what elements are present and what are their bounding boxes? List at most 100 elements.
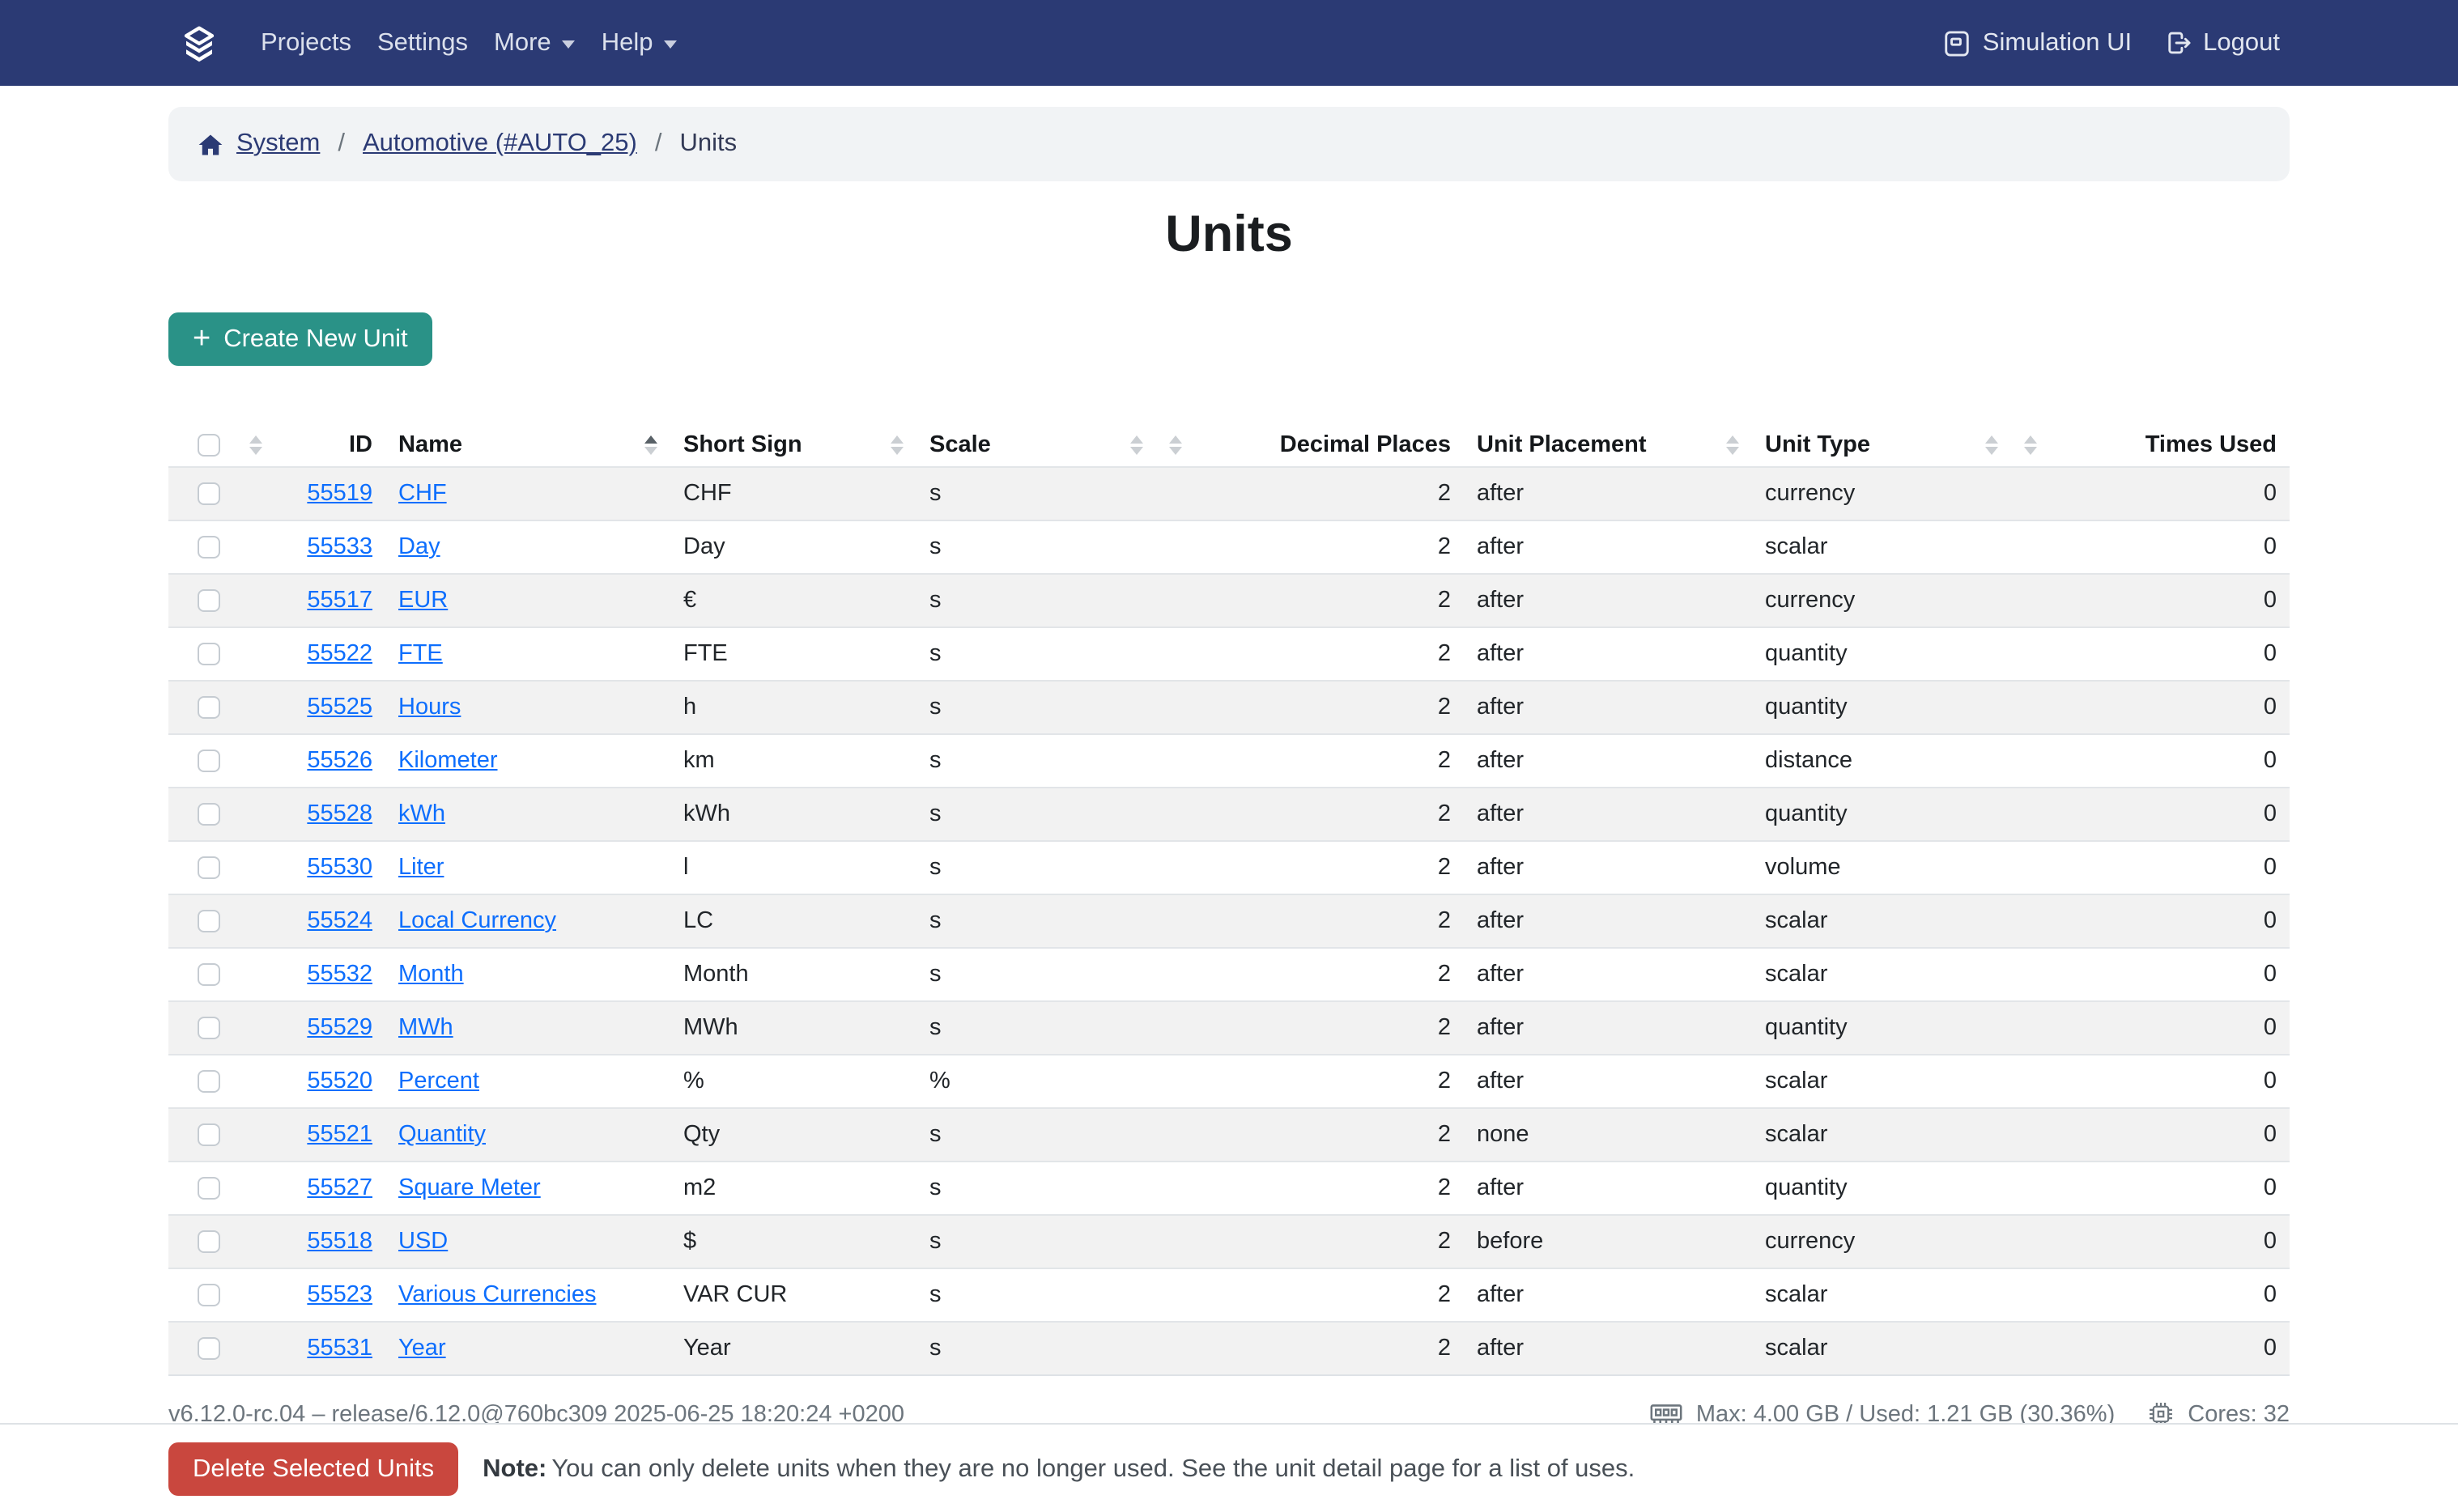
unit-id-link[interactable]: 55526 [307,748,372,774]
column-label: Short Sign [683,432,802,458]
sort-carets-icon[interactable] [1985,435,1998,456]
sort-carets-icon[interactable] [644,435,657,456]
cell-value: VAR CUR [683,1282,787,1308]
unit-id-link[interactable]: 55524 [307,908,372,934]
unit-id-link[interactable]: 55532 [307,962,372,987]
sort-carets-icon[interactable] [1130,435,1143,456]
unit-id-link[interactable]: 55520 [307,1068,372,1094]
unit-name-link[interactable]: FTE [398,641,443,667]
row-checkbox-cell [168,734,236,788]
unit-id-link[interactable]: 55529 [307,1015,372,1041]
unit-id-link[interactable]: 55525 [307,694,372,720]
sort-carets-icon[interactable] [249,435,262,456]
cell-value: 2 [1438,694,1451,720]
unit-name-link[interactable]: Month [398,962,464,987]
unit-name-link[interactable]: Quantity [398,1122,486,1148]
cell-short_sign: km [670,734,916,788]
unit-name-link[interactable]: Kilometer [398,748,498,774]
unit-name-link[interactable]: Various Currencies [398,1282,596,1308]
row-checkbox[interactable] [198,1284,220,1306]
nav-item-more[interactable]: More [481,28,589,57]
column-header-times_used[interactable]: Times Used [2011,424,2290,467]
cell-value: kWh [683,801,730,827]
nav-item-logout[interactable]: Logout [2164,28,2280,57]
breadcrumb-link-system[interactable]: System [236,130,320,159]
unit-id-link[interactable]: 55533 [307,534,372,560]
unit-id-link[interactable]: 55522 [307,641,372,667]
cell-value: currency [1765,588,1855,614]
unit-name-link[interactable]: USD [398,1229,448,1255]
column-header-short_sign[interactable]: Short Sign [670,424,916,467]
unit-id-link[interactable]: 55527 [307,1175,372,1201]
row-checkbox[interactable] [198,482,220,505]
unit-name-link[interactable]: Day [398,534,440,560]
unit-name-link[interactable]: EUR [398,588,448,614]
unit-name-link[interactable]: Local Currency [398,908,556,934]
column-header-scale[interactable]: Scale [916,424,1156,467]
sort-carets-icon[interactable] [1726,435,1739,456]
cell-value: Day [683,534,725,560]
table-row: 55529MWhMWhs2afterquantity0 [168,1001,2290,1055]
unit-id-link[interactable]: 55519 [307,481,372,507]
column-header-unit_placement[interactable]: Unit Placement [1464,424,1752,467]
unit-id-link[interactable]: 55523 [307,1282,372,1308]
sort-carets-icon[interactable] [2024,435,2037,456]
unit-id-link[interactable]: 55518 [307,1229,372,1255]
cell-scale: s [916,574,1156,627]
row-checkbox[interactable] [198,536,220,559]
unit-name-link[interactable]: Year [398,1336,446,1361]
row-checkbox-cell [168,1215,236,1268]
row-checkbox[interactable] [198,1337,220,1360]
nav-item-help[interactable]: Help [589,28,691,57]
sort-carets-icon[interactable] [1169,435,1182,456]
row-checkbox-cell [168,1108,236,1162]
unit-name-link[interactable]: Square Meter [398,1175,541,1201]
nav-item-simulation-ui[interactable]: Simulation UI [1944,28,2132,57]
cell-decimal_places: 2 [1156,1322,1464,1375]
row-checkbox-cell [168,1268,236,1322]
delete-selected-units-button[interactable]: Delete Selected Units [168,1442,458,1496]
app-window-icon [1944,28,1971,57]
unit-name-link[interactable]: Hours [398,694,461,720]
units-table: IDNameShort SignScaleDecimal PlacesUnit … [168,424,2290,1376]
unit-id-link[interactable]: 55531 [307,1336,372,1361]
unit-name-link[interactable]: CHF [398,481,447,507]
unit-id-link[interactable]: 55521 [307,1122,372,1148]
unit-name-link[interactable]: Liter [398,855,444,881]
brand-logo[interactable] [181,23,217,62]
cell-unit_placement: after [1464,520,1752,574]
row-checkbox[interactable] [198,589,220,612]
column-header-unit_type[interactable]: Unit Type [1752,424,2011,467]
column-header-name[interactable]: Name [385,424,670,467]
nav-item-settings[interactable]: Settings [364,28,481,57]
unit-id-link[interactable]: 55517 [307,588,372,614]
unit-id-link[interactable]: 55528 [307,801,372,827]
cell-name: Day [385,520,670,574]
unit-id-link[interactable]: 55530 [307,855,372,881]
top-navbar: Projects Settings More Help Simulation U… [0,0,2458,86]
row-checkbox[interactable] [198,750,220,772]
cell-value: 0 [2264,1229,2277,1255]
row-checkbox[interactable] [198,1230,220,1253]
row-checkbox[interactable] [198,1017,220,1039]
breadcrumb-link-automotive[interactable]: Automotive (#AUTO_25) [363,130,637,159]
sort-carets-icon[interactable] [891,435,904,456]
unit-name-link[interactable]: kWh [398,801,445,827]
row-checkbox[interactable] [198,696,220,719]
row-checkbox[interactable] [198,1070,220,1093]
unit-name-link[interactable]: MWh [398,1015,453,1041]
row-checkbox[interactable] [198,803,220,826]
cell-unit_placement: after [1464,467,1752,520]
unit-name-link[interactable]: Percent [398,1068,479,1094]
row-checkbox[interactable] [198,1177,220,1200]
row-checkbox[interactable] [198,910,220,932]
nav-item-projects[interactable]: Projects [248,28,364,57]
column-header-decimal_places[interactable]: Decimal Places [1156,424,1464,467]
row-checkbox[interactable] [198,643,220,665]
row-checkbox[interactable] [198,963,220,986]
row-checkbox[interactable] [198,1123,220,1146]
column-header-id[interactable]: ID [236,424,385,467]
create-new-unit-button[interactable]: + Create New Unit [168,312,432,366]
row-checkbox[interactable] [198,856,220,879]
select-all-checkbox[interactable] [198,434,220,457]
